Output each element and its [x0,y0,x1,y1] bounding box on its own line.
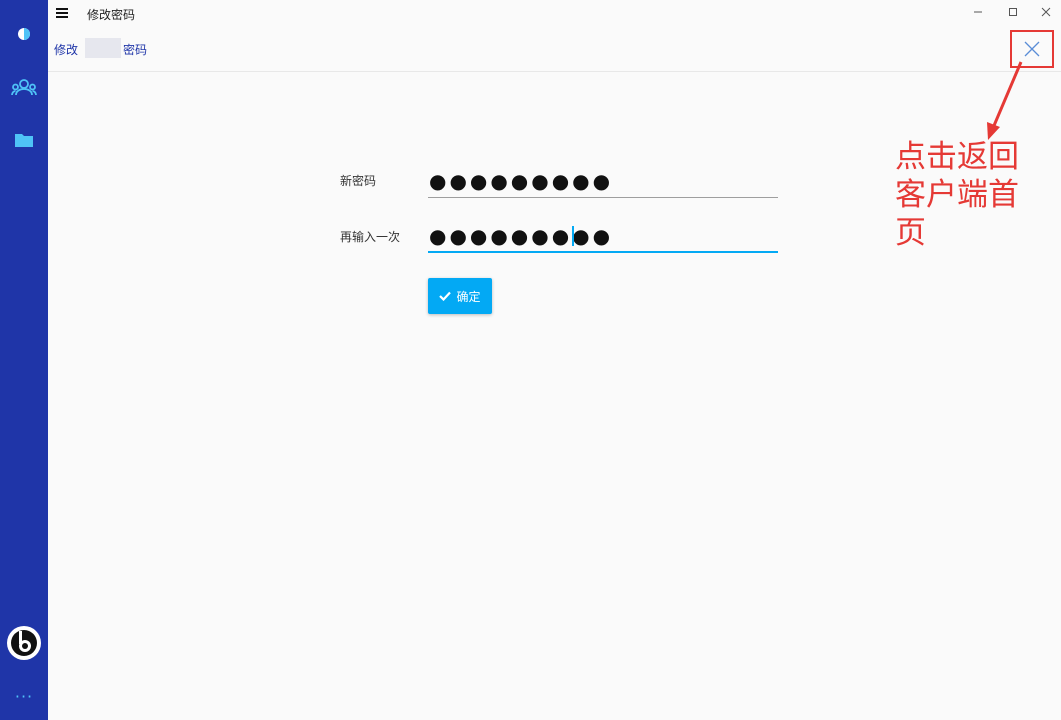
close-icon [1024,41,1040,57]
minimize-icon[interactable] [968,4,988,20]
maximize-icon[interactable] [1003,4,1023,20]
new-password-label: 新密码 [340,174,377,188]
sidebar: ··· [0,0,48,720]
folder-icon[interactable] [0,128,48,152]
users-icon[interactable] [0,76,48,100]
check-icon [439,291,452,301]
confirm-button[interactable]: 确定 [428,278,492,314]
annotation-arrow [987,61,1023,140]
text-caret [572,226,574,246]
page-close-button[interactable] [1010,30,1054,68]
new-password-field[interactable] [428,168,779,198]
more-icon[interactable]: ··· [0,686,48,706]
page-header: 修改 密码 [48,28,1061,72]
new-password-input[interactable] [428,168,779,194]
title-bar: 修改密码 [48,0,1061,28]
annotation-text: 点击返回客户端首页 [895,139,1019,251]
avatar[interactable] [0,623,48,663]
confirm-button-label: 确定 [456,289,481,304]
hamburger-menu-icon[interactable] [56,8,68,18]
window-title: 修改密码 [87,8,136,22]
app-logo-icon[interactable] [0,22,48,46]
close-icon[interactable] [1036,4,1056,20]
breadcrumb-suffix: 密码 [123,43,148,57]
confirm-password-input[interactable] [428,223,779,249]
confirm-password-field[interactable] [428,223,779,253]
breadcrumb-prefix: 修改 [54,43,79,57]
redacted-text [85,38,121,58]
confirm-password-label: 再输入一次 [340,230,401,244]
